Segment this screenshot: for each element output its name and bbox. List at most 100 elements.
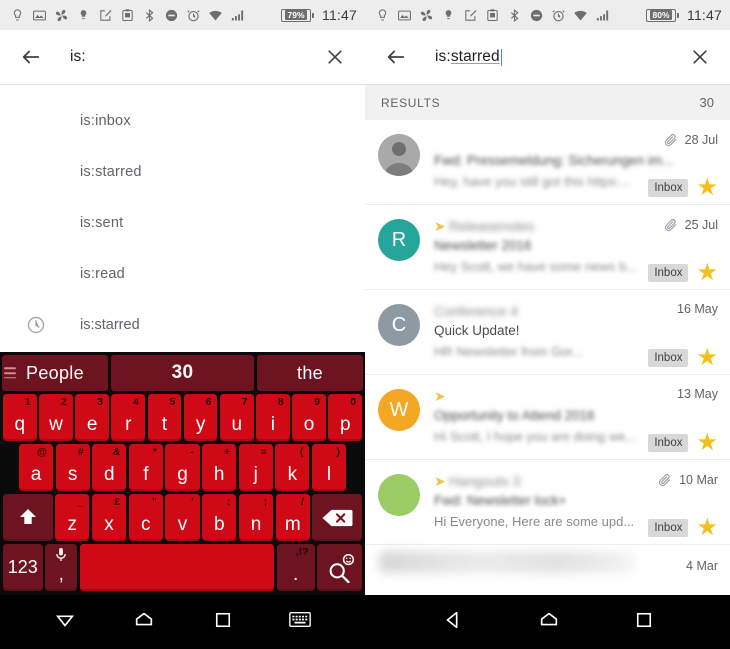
home-icon[interactable]	[537, 609, 561, 636]
avatar[interactable]: W	[378, 389, 420, 431]
attachment-icon	[664, 134, 676, 147]
message-label-chip: Inbox	[648, 518, 689, 538]
key-f[interactable]: * f	[128, 444, 163, 491]
key-alt-label: 6	[205, 396, 212, 408]
backspace-key[interactable]	[312, 494, 363, 541]
avatar[interactable]: C	[378, 304, 420, 346]
key-alt-label: ;	[263, 496, 268, 508]
pinwheel-icon	[420, 9, 433, 21]
suggestion-item[interactable]: is:starred	[0, 146, 365, 197]
key-alt-label: '	[191, 496, 194, 508]
recents-icon[interactable]	[634, 610, 654, 635]
message-row[interactable]: C Conference 4 Quick Update! HR Newslett…	[365, 290, 730, 375]
message-meta: 10 Mar	[657, 472, 718, 488]
message-row[interactable]: W ➤ Opportunity to Attend 2016 Hi Scott,…	[365, 375, 730, 460]
attachment-icon	[664, 219, 676, 232]
avatar[interactable]	[378, 134, 420, 176]
avatar[interactable]	[378, 474, 420, 516]
key-alt-label: (	[299, 446, 304, 458]
key-alt-label: ,!?	[295, 546, 309, 558]
period-key[interactable]: ,!?.	[276, 544, 315, 591]
key-o[interactable]: 9o	[292, 394, 326, 441]
backspace-icon	[322, 509, 353, 526]
message-sender: Hangouts 3	[448, 473, 521, 489]
key-v[interactable]: ' v	[165, 494, 200, 541]
wifi-icon	[209, 10, 222, 20]
key-d[interactable]: & d	[92, 444, 127, 491]
battery-percent: 80%	[650, 9, 672, 21]
message-meta: 13 May	[677, 387, 718, 401]
back-arrow-icon[interactable]	[381, 42, 411, 72]
keyboard-switch-icon[interactable]	[289, 611, 311, 633]
search-bar-left: is:	[0, 30, 365, 84]
keyboard-suggestion[interactable]: the	[257, 355, 363, 391]
key-e[interactable]: 3e	[75, 394, 109, 441]
key-alt-label: =	[260, 446, 267, 458]
key-h[interactable]: + h	[202, 444, 237, 491]
key-j[interactable]: = j	[238, 444, 273, 491]
key-l[interactable]: ) l	[311, 444, 346, 491]
key-u[interactable]: 7u	[219, 394, 254, 441]
key-p[interactable]: 0p	[328, 394, 363, 441]
key-g[interactable]: -g	[165, 444, 200, 491]
numbers-key[interactable]: 123	[3, 544, 43, 591]
suggestion-item[interactable]: is:inbox	[0, 95, 365, 146]
space-key[interactable]	[79, 544, 275, 591]
home-icon[interactable]	[132, 609, 156, 636]
star-icon[interactable]: ★	[696, 431, 718, 455]
key-k[interactable]: (k	[275, 444, 310, 491]
keyboard-suggestion-selected[interactable]: 30	[110, 355, 255, 391]
recents-icon[interactable]	[213, 610, 233, 635]
key-r[interactable]: 4r	[111, 394, 146, 441]
search-key[interactable]	[317, 544, 362, 591]
star-icon[interactable]: ★	[696, 176, 718, 200]
battery-percent: 79%	[285, 9, 307, 21]
key-a[interactable]: @ a	[19, 444, 54, 491]
message-row[interactable]: Fwd: Pressemeldung: Sicherungen im... He…	[365, 120, 730, 205]
message-subject: Quick Update!	[434, 323, 520, 338]
signal-icon	[231, 10, 244, 20]
key-b[interactable]: :b	[202, 494, 237, 541]
message-footer: Inbox ★	[648, 176, 718, 200]
key-x[interactable]: £ x	[91, 494, 127, 541]
key-label: e	[86, 414, 98, 435]
key-m[interactable]: / m	[275, 494, 310, 541]
bluetooth-icon	[510, 8, 519, 22]
star-icon[interactable]: ★	[696, 346, 718, 370]
key-w[interactable]: 2w	[39, 394, 73, 441]
dismiss-keyboard-icon[interactable]	[54, 609, 76, 636]
clear-icon[interactable]	[321, 43, 349, 71]
message-row[interactable]: R ➤ Releasenotes Newsletter 2016 Hey Sco…	[365, 205, 730, 290]
search-input[interactable]: is:	[70, 48, 321, 66]
key-t[interactable]: 5t	[147, 394, 182, 441]
suggestion-item[interactable]: is:sent	[0, 197, 365, 248]
star-icon[interactable]: ★	[696, 261, 718, 285]
star-icon[interactable]: ★	[696, 516, 718, 540]
back-arrow-icon[interactable]	[16, 42, 46, 72]
key-label: f	[143, 464, 149, 485]
keyboard-suggestion[interactable]: People	[2, 355, 108, 391]
key-n[interactable]: ; n	[238, 494, 274, 541]
avatar-initial: W	[389, 398, 409, 421]
search-input[interactable]: is: starred	[435, 48, 686, 66]
key-y[interactable]: 6y	[183, 394, 218, 441]
status-bar-left: 79% 11:47	[0, 0, 365, 30]
suggestion-item-history[interactable]: is:starred	[0, 299, 365, 350]
comma-key[interactable]: ,	[45, 544, 78, 591]
keyboard-menu-icon[interactable]	[4, 364, 16, 381]
key-z[interactable]: _ z	[55, 494, 90, 541]
key-label: s	[67, 464, 78, 485]
status-bar-right: 80% 11:47	[365, 0, 730, 30]
clear-icon[interactable]	[686, 43, 714, 71]
shift-key[interactable]	[3, 494, 53, 541]
key-i[interactable]: 8i	[256, 394, 290, 441]
key-q[interactable]: 1q	[3, 394, 37, 441]
avatar[interactable]: R	[378, 219, 420, 261]
key-c[interactable]: " c	[128, 494, 163, 541]
message-sender: Conference 4	[434, 303, 519, 319]
suggestion-item[interactable]: is:read	[0, 248, 365, 299]
message-row-partial[interactable]: 4 Mar	[365, 545, 730, 587]
message-row[interactable]: ➤ Hangouts 3 Fwd: Newsletter lock+ Hi Ev…	[365, 460, 730, 545]
back-icon[interactable]	[442, 609, 464, 636]
key-s[interactable]: # s	[55, 444, 90, 491]
